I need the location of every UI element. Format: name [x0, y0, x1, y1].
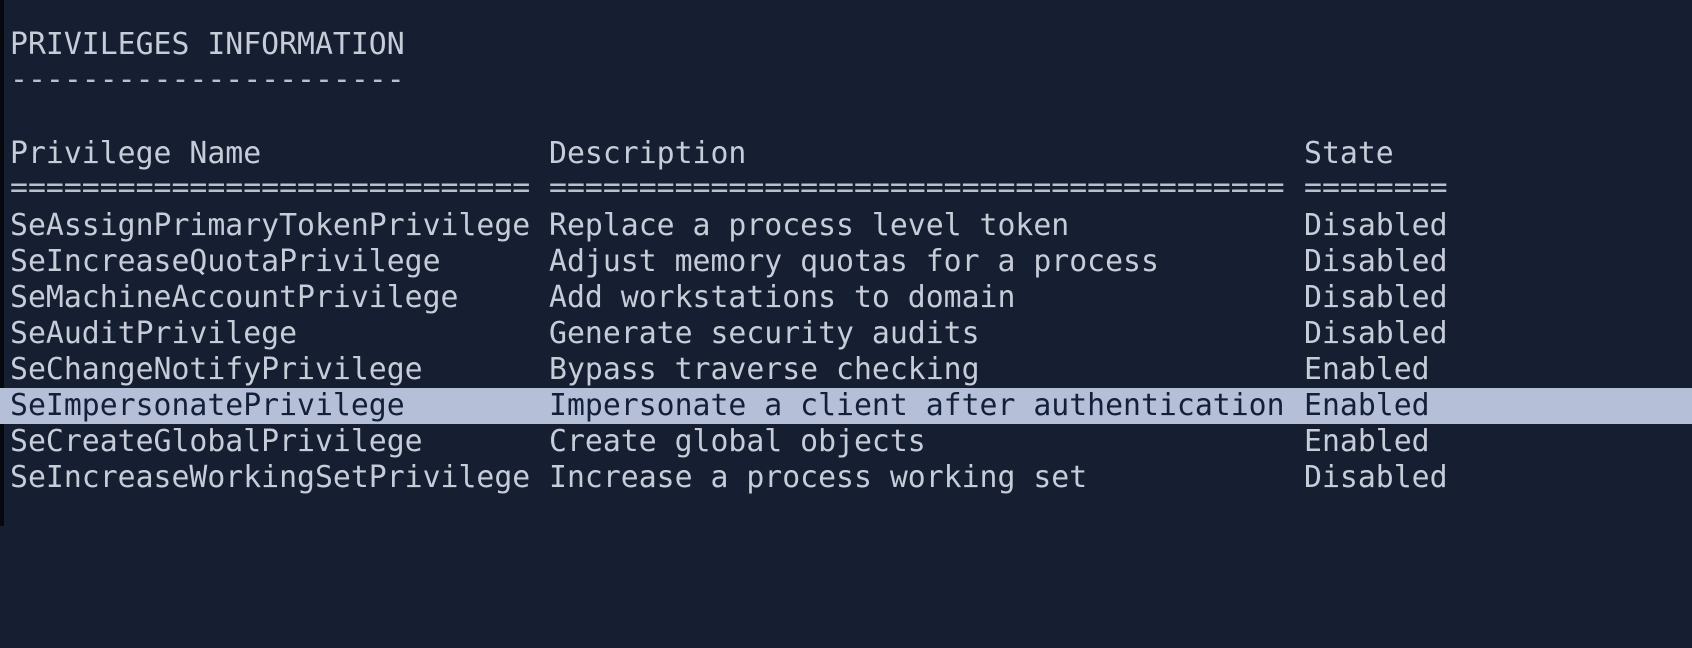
privilege-state: Disabled [1304, 280, 1448, 315]
section-underline: ---------------------- [10, 62, 1692, 98]
privilege-state: Enabled [1304, 352, 1430, 387]
table-row[interactable]: SeAssignPrimaryTokenPrivilege Replace a … [10, 208, 1692, 244]
privilege-name: SeIncreaseQuotaPrivilege [10, 244, 441, 279]
header-privilege-name: Privilege Name [10, 136, 262, 171]
header-description: Description [549, 136, 747, 171]
section-title: PRIVILEGES INFORMATION [10, 27, 1692, 63]
terminal-output[interactable]: PRIVILEGES INFORMATION -----------------… [0, 0, 1692, 526]
separator-name: ============================= [10, 170, 531, 205]
table-row[interactable]: SeChangeNotifyPrivilege Bypass traverse … [10, 352, 1692, 388]
separator-description: ========================================… [549, 170, 1285, 205]
privilege-state: Enabled [1304, 388, 1430, 423]
section-title-text: PRIVILEGES INFORMATION [10, 27, 405, 62]
privilege-name: SeCreateGlobalPrivilege [10, 424, 423, 459]
privilege-description: Replace a process level token [549, 208, 1070, 243]
privilege-description: Impersonate a client after authenticatio… [549, 388, 1285, 423]
privilege-description: Generate security audits [549, 316, 980, 351]
privilege-description: Increase a process working set [549, 460, 1088, 495]
table-row[interactable]: SeCreateGlobalPrivilege Create global ob… [10, 424, 1692, 460]
privilege-description: Adjust memory quotas for a process [549, 244, 1159, 279]
privilege-description: Add workstations to domain [549, 280, 1016, 315]
privilege-name: SeChangeNotifyPrivilege [10, 352, 423, 387]
privilege-name: SeIncreaseWorkingSetPrivilege [10, 460, 531, 495]
privilege-state: Disabled [1304, 244, 1448, 279]
section-underline-text: ---------------------- [10, 62, 405, 97]
table-header-row: Privilege Name Description State [10, 136, 1692, 172]
table-row[interactable]: SeIncreaseWorkingSetPrivilege Increase a… [10, 460, 1692, 496]
privilege-name: SeAssignPrimaryTokenPrivilege [10, 208, 531, 243]
header-state: State [1304, 136, 1394, 171]
table-row[interactable]: SeIncreaseQuotaPrivilege Adjust memory q… [10, 244, 1692, 280]
privilege-name: SeAuditPrivilege [10, 316, 298, 351]
table-separator-row: ============================= ==========… [10, 170, 1692, 206]
table-row[interactable]: SeMachineAccountPrivilege Add workstatio… [10, 280, 1692, 316]
table-row[interactable]: SeAuditPrivilege Generate security audit… [10, 316, 1692, 352]
separator-state: ======== [1304, 170, 1448, 205]
privilege-name: SeMachineAccountPrivilege [10, 280, 459, 315]
privilege-state: Disabled [1304, 460, 1448, 495]
table-row-selected[interactable]: SeImpersonatePrivilege Impersonate a cli… [10, 388, 1692, 424]
privilege-name: SeImpersonatePrivilege [10, 388, 405, 423]
privilege-state: Enabled [1304, 424, 1430, 459]
privilege-state: Disabled [1304, 316, 1448, 351]
privilege-description: Create global objects [549, 424, 926, 459]
privilege-description: Bypass traverse checking [549, 352, 980, 387]
privilege-state: Disabled [1304, 208, 1448, 243]
